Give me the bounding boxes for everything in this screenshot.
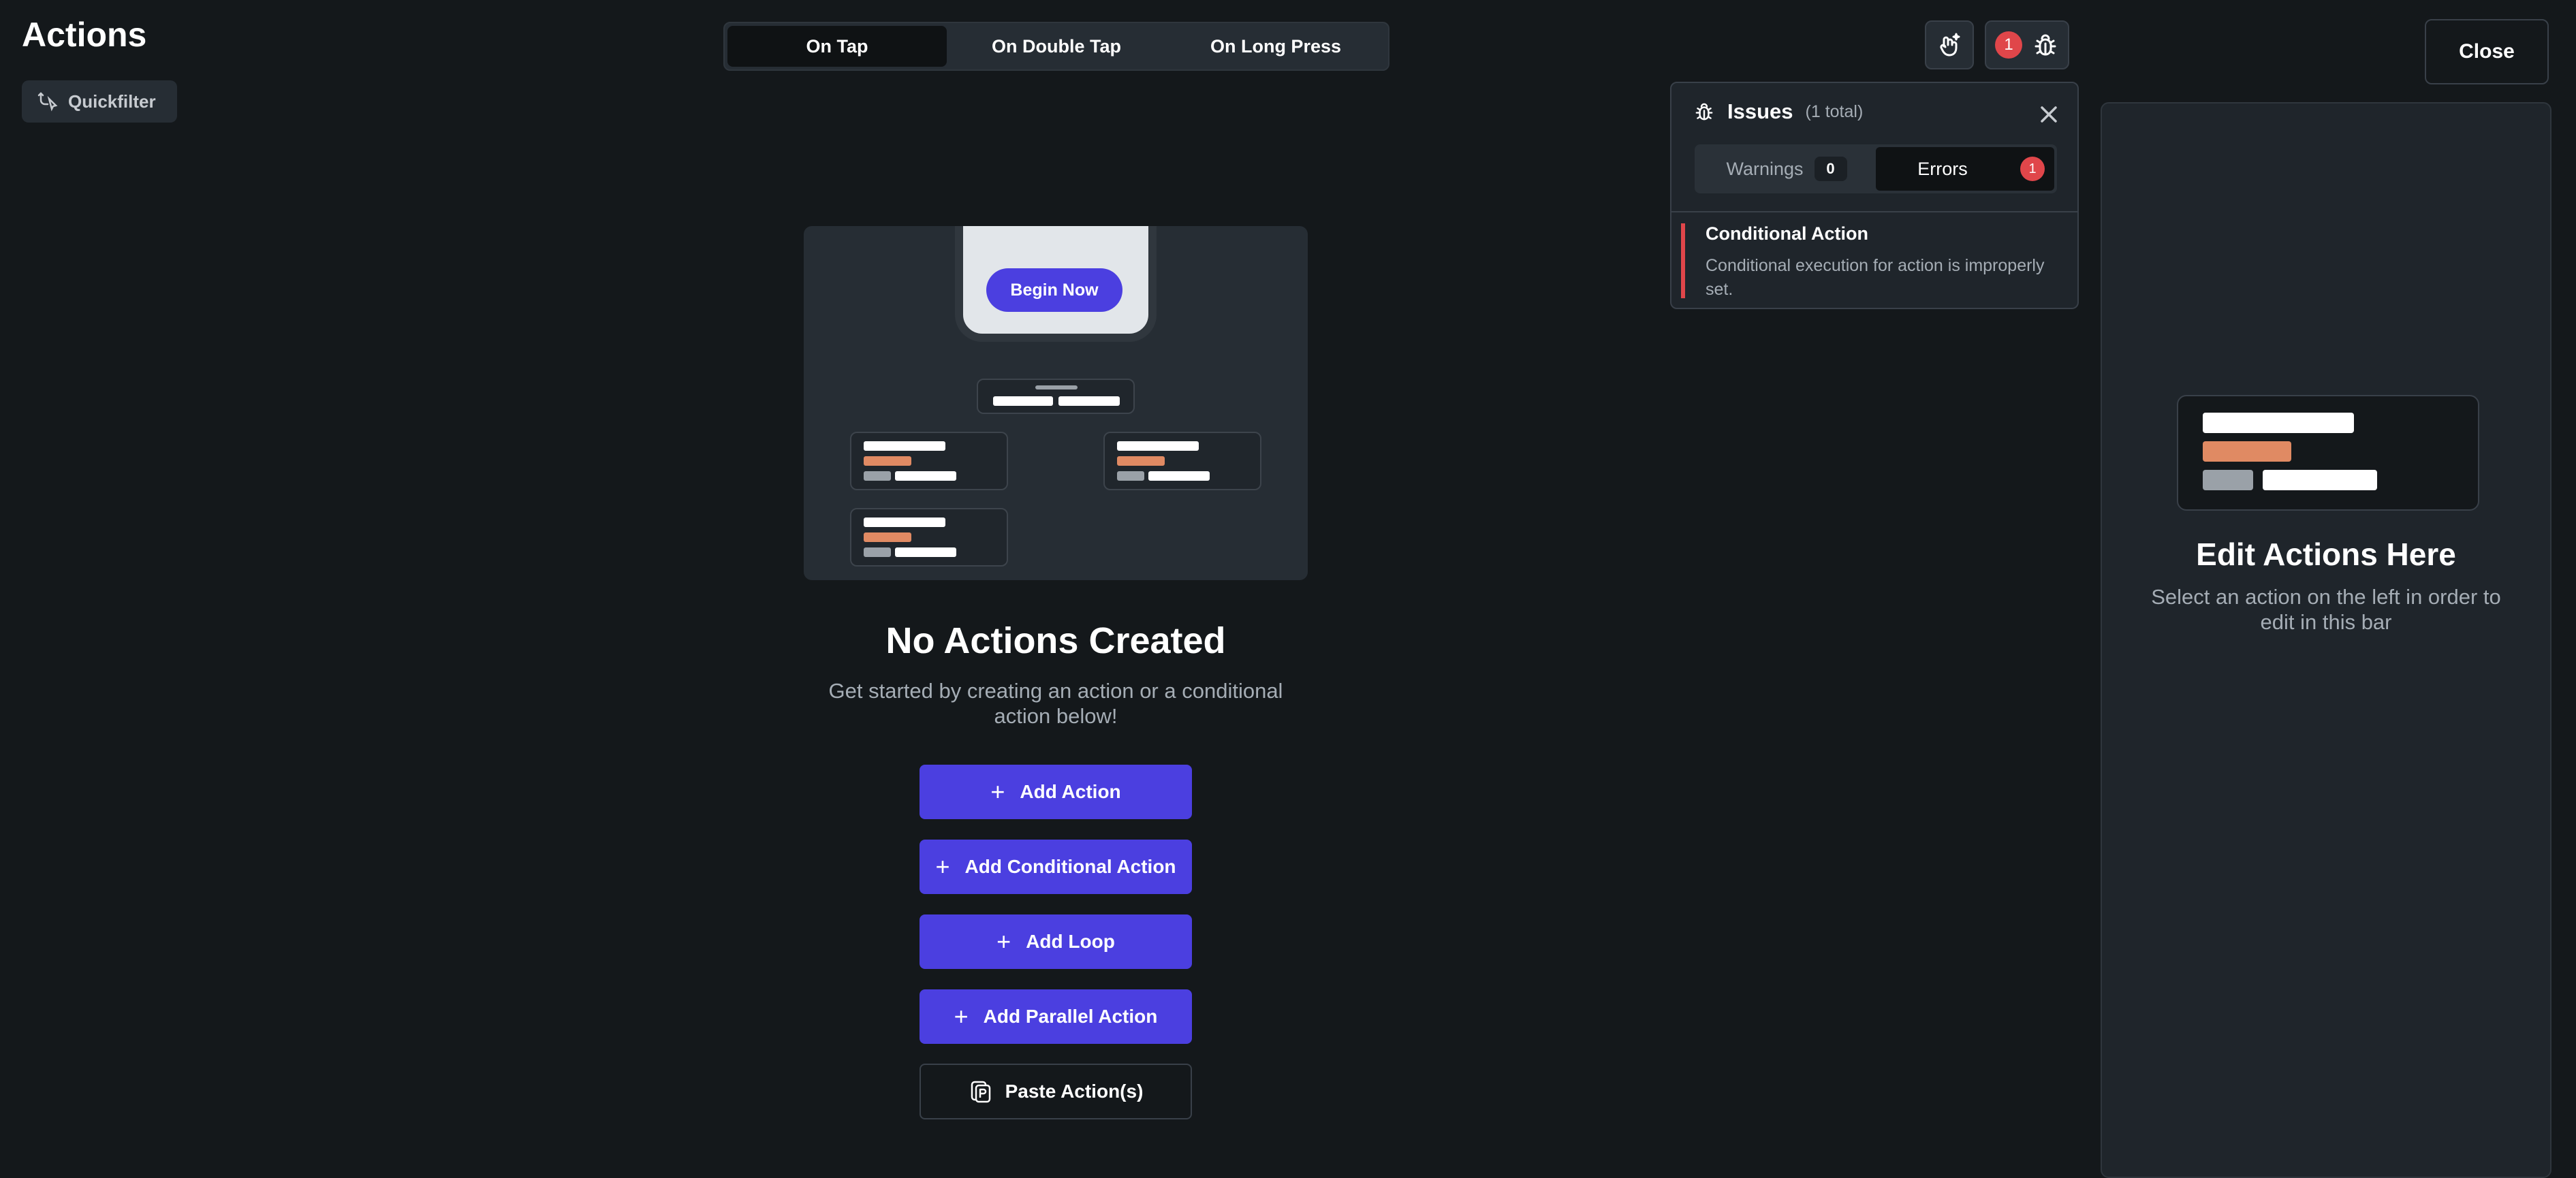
errors-count: 1 bbox=[2020, 157, 2045, 181]
edit-actions-description: Select an action on the left in order to… bbox=[2151, 585, 2501, 634]
issues-badge: 1 bbox=[1995, 31, 2022, 59]
bug-icon bbox=[1695, 103, 1713, 121]
edit-actions-title: Edit Actions Here bbox=[2196, 537, 2456, 572]
trigger-tabs: On Tap On Double Tap On Long Press bbox=[723, 22, 1389, 71]
tab-on-tap[interactable]: On Tap bbox=[727, 26, 947, 67]
begin-now-pill: Begin Now bbox=[986, 268, 1122, 312]
quickfilter-button[interactable]: Quickfilter bbox=[22, 80, 177, 123]
actions-illustration: Begin Now bbox=[804, 226, 1308, 580]
plus-icon: + bbox=[935, 853, 950, 880]
add-action-button[interactable]: + Add Action bbox=[920, 765, 1192, 819]
plus-icon: + bbox=[954, 1002, 969, 1030]
tab-on-long-press[interactable]: On Long Press bbox=[1166, 26, 1385, 67]
edit-actions-panel: Edit Actions Here Select an action on th… bbox=[2101, 102, 2551, 1178]
bug-icon bbox=[2035, 34, 2056, 56]
issue-name: Conditional Action bbox=[1706, 223, 1868, 244]
issue-description: Conditional execution for action is impr… bbox=[1706, 256, 2045, 299]
issues-header: Issues (1 total) bbox=[1693, 99, 1863, 124]
issues-divider bbox=[1671, 211, 2077, 212]
issues-count: (1 total) bbox=[1805, 101, 1864, 121]
quickfilter-icon bbox=[37, 92, 58, 112]
paste-actions-button[interactable]: Paste Action(s) bbox=[920, 1064, 1192, 1119]
action-node bbox=[850, 432, 1008, 490]
action-node bbox=[850, 508, 1008, 567]
quickfilter-label: Quickfilter bbox=[68, 91, 156, 112]
add-parallel-action-button[interactable]: + Add Parallel Action bbox=[920, 989, 1192, 1044]
add-conditional-action-button[interactable]: + Add Conditional Action bbox=[920, 840, 1192, 894]
placeholder-action-card bbox=[2177, 395, 2479, 511]
empty-state-title: No Actions Created bbox=[885, 620, 1226, 661]
plus-icon: + bbox=[990, 778, 1005, 806]
warnings-count: 0 bbox=[1814, 157, 1847, 181]
close-icon[interactable] bbox=[2035, 101, 2062, 128]
add-parallel-label: Add Parallel Action bbox=[983, 1006, 1158, 1027]
issues-title: Issues bbox=[1727, 99, 1793, 123]
tab-errors[interactable]: Errors 1 bbox=[1876, 147, 2054, 191]
clipboard-paste-icon bbox=[971, 1081, 990, 1103]
tab-on-double-tap[interactable]: On Double Tap bbox=[947, 26, 1166, 67]
ai-gesture-button[interactable] bbox=[1925, 20, 1974, 69]
add-conditional-label: Add Conditional Action bbox=[964, 856, 1176, 877]
tab-warnings[interactable]: Warnings 0 bbox=[1697, 147, 1876, 191]
action-node bbox=[1103, 432, 1261, 490]
paste-label: Paste Action(s) bbox=[1005, 1081, 1144, 1102]
page-title: Actions bbox=[22, 16, 147, 54]
add-action-label: Add Action bbox=[1020, 781, 1121, 802]
issue-item[interactable]: Conditional Action Conditional execution… bbox=[1681, 223, 2068, 299]
plus-icon: + bbox=[996, 927, 1011, 955]
errors-label: Errors bbox=[1917, 158, 1968, 179]
hand-sparkle-icon bbox=[1940, 33, 1960, 57]
issues-toggle-button[interactable]: 1 bbox=[1985, 20, 2069, 69]
trigger-node bbox=[977, 379, 1135, 414]
close-button[interactable]: Close bbox=[2425, 19, 2549, 84]
add-loop-button[interactable]: + Add Loop bbox=[920, 914, 1192, 969]
issues-popup: Issues (1 total) Warnings 0 Errors 1 Con… bbox=[1670, 82, 2079, 309]
issues-tabs: Warnings 0 Errors 1 bbox=[1695, 144, 2057, 193]
empty-state-description: Get started by creating an action or a c… bbox=[828, 679, 1283, 728]
add-loop-label: Add Loop bbox=[1026, 931, 1115, 952]
warnings-label: Warnings bbox=[1726, 158, 1804, 179]
